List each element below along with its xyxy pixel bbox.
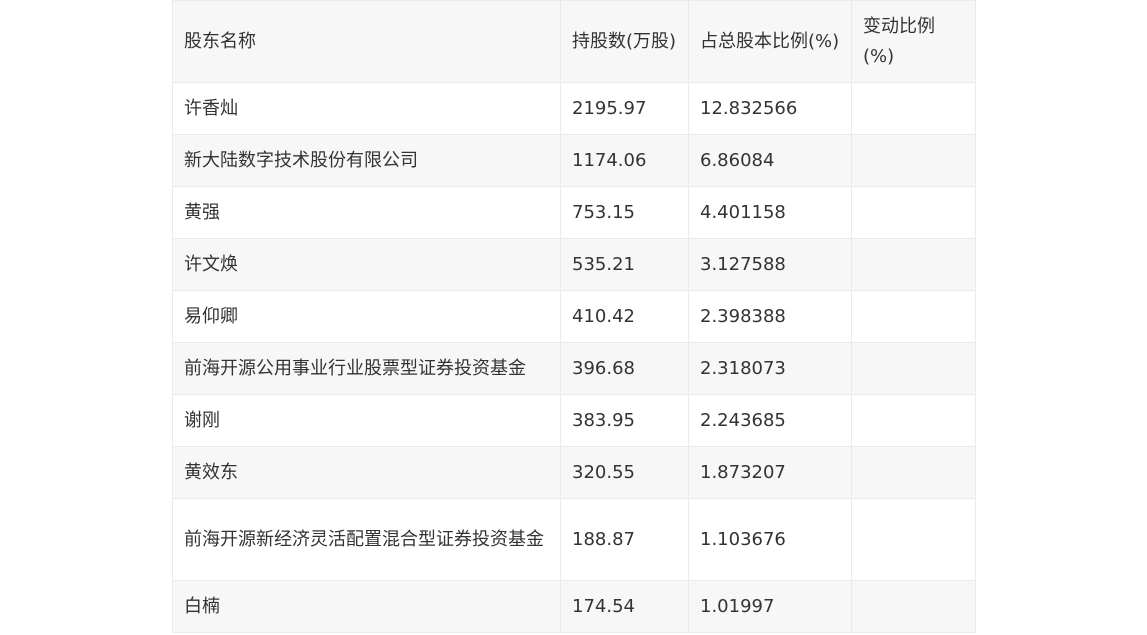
table-row: 谢刚 383.95 2.243685 <box>172 394 976 447</box>
cell-shares: 383.95 <box>560 394 689 447</box>
cell-change <box>851 186 976 239</box>
shareholder-table-container: 股东名称 持股数(万股) 占总股本比例(%) 变动比例(%) 许香灿 2195.… <box>172 0 976 633</box>
cell-ratio: 2.398388 <box>688 290 852 343</box>
cell-change <box>851 342 976 395</box>
cell-name: 黄效东 <box>172 446 561 499</box>
cell-ratio: 4.401158 <box>688 186 852 239</box>
cell-shares: 2195.97 <box>560 82 689 135</box>
cell-ratio: 2.243685 <box>688 394 852 447</box>
cell-change <box>851 82 976 135</box>
cell-ratio: 1.01997 <box>688 580 852 633</box>
cell-ratio: 2.318073 <box>688 342 852 395</box>
shareholder-table: 股东名称 持股数(万股) 占总股本比例(%) 变动比例(%) 许香灿 2195.… <box>172 0 976 633</box>
cell-name: 许香灿 <box>172 82 561 135</box>
table-row: 白楠 174.54 1.01997 <box>172 580 976 633</box>
cell-shares: 410.42 <box>560 290 689 343</box>
cell-shares: 1174.06 <box>560 134 689 187</box>
cell-ratio: 12.832566 <box>688 82 852 135</box>
cell-ratio: 6.86084 <box>688 134 852 187</box>
cell-name: 白楠 <box>172 580 561 633</box>
header-shareholder-name: 股东名称 <box>172 0 561 83</box>
cell-ratio: 3.127588 <box>688 238 852 291</box>
cell-name: 新大陆数字技术股份有限公司 <box>172 134 561 187</box>
cell-change <box>851 238 976 291</box>
table-header-row: 股东名称 持股数(万股) 占总股本比例(%) 变动比例(%) <box>172 0 976 83</box>
table-row: 前海开源新经济灵活配置混合型证券投资基金 188.87 1.103676 <box>172 498 976 581</box>
header-change: 变动比例(%) <box>851 0 976 83</box>
cell-change <box>851 290 976 343</box>
cell-shares: 535.21 <box>560 238 689 291</box>
cell-shares: 396.68 <box>560 342 689 395</box>
cell-name: 许文焕 <box>172 238 561 291</box>
table-row: 易仰卿 410.42 2.398388 <box>172 290 976 343</box>
cell-shares: 753.15 <box>560 186 689 239</box>
table-row: 黄强 753.15 4.401158 <box>172 186 976 239</box>
table-row: 许香灿 2195.97 12.832566 <box>172 82 976 135</box>
table-row: 黄效东 320.55 1.873207 <box>172 446 976 499</box>
cell-shares: 188.87 <box>560 498 689 581</box>
cell-name: 前海开源公用事业行业股票型证券投资基金 <box>172 342 561 395</box>
cell-change <box>851 394 976 447</box>
cell-change <box>851 580 976 633</box>
cell-name: 谢刚 <box>172 394 561 447</box>
cell-ratio: 1.103676 <box>688 498 852 581</box>
cell-name: 易仰卿 <box>172 290 561 343</box>
header-ratio: 占总股本比例(%) <box>688 0 852 83</box>
cell-shares: 320.55 <box>560 446 689 499</box>
table-row: 许文焕 535.21 3.127588 <box>172 238 976 291</box>
table-row: 新大陆数字技术股份有限公司 1174.06 6.86084 <box>172 134 976 187</box>
cell-shares: 174.54 <box>560 580 689 633</box>
table-row: 前海开源公用事业行业股票型证券投资基金 396.68 2.318073 <box>172 342 976 395</box>
header-shares: 持股数(万股) <box>560 0 689 83</box>
cell-name: 前海开源新经济灵活配置混合型证券投资基金 <box>172 498 561 581</box>
cell-change <box>851 498 976 581</box>
cell-change <box>851 446 976 499</box>
cell-name: 黄强 <box>172 186 561 239</box>
cell-ratio: 1.873207 <box>688 446 852 499</box>
cell-change <box>851 134 976 187</box>
